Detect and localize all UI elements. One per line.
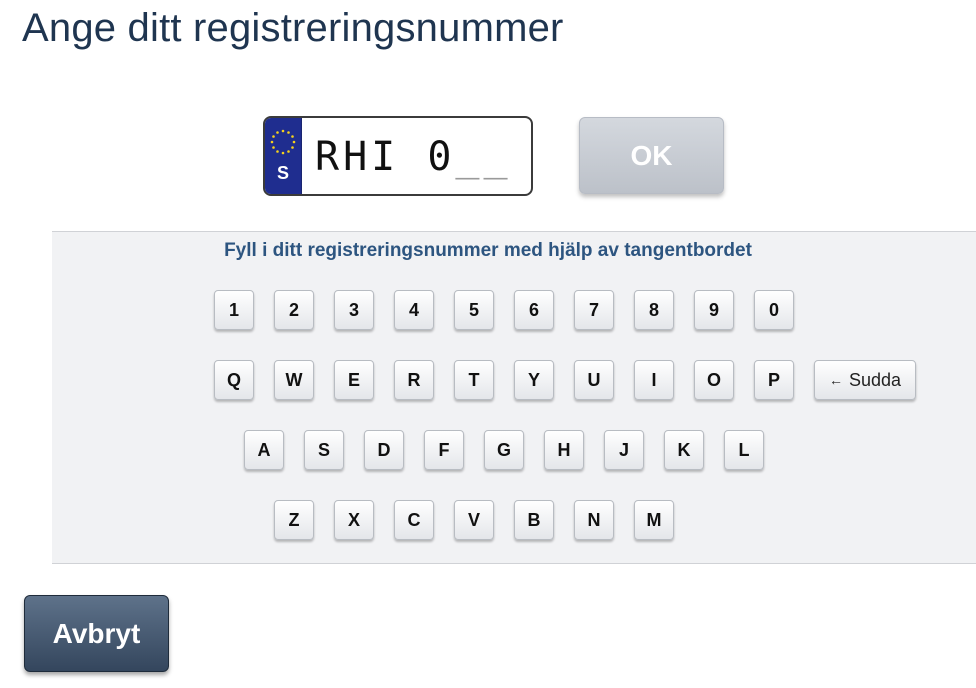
key-3[interactable]: 3 xyxy=(334,290,374,330)
plate-country-code: S xyxy=(276,163,289,183)
key-r[interactable]: R xyxy=(394,360,434,400)
key-0[interactable]: 0 xyxy=(754,290,794,330)
plate-eu-band: S xyxy=(265,118,302,194)
key-o[interactable]: O xyxy=(694,360,734,400)
key-t[interactable]: T xyxy=(454,360,494,400)
key-8[interactable]: 8 xyxy=(634,290,674,330)
key-m[interactable]: M xyxy=(634,500,674,540)
key-5[interactable]: 5 xyxy=(454,290,494,330)
keyboard-row-asdf: A S D F G H J K L xyxy=(244,430,764,470)
keyboard-row-zxcv: Z X C V B N M xyxy=(274,500,674,540)
left-arrow-icon: ← xyxy=(828,372,843,388)
key-e[interactable]: E xyxy=(334,360,374,400)
registration-plate-display: S RHI 0__ xyxy=(263,116,533,196)
key-d[interactable]: D xyxy=(364,430,404,470)
keyboard-row-digits: 1 2 3 4 5 6 7 8 9 0 xyxy=(214,290,794,330)
key-i[interactable]: I xyxy=(634,360,674,400)
key-y[interactable]: Y xyxy=(514,360,554,400)
plate-entered-text: RHI 0 xyxy=(315,134,456,180)
plate-text: RHI 0__ xyxy=(315,134,512,180)
keyboard-instruction: Fyll i ditt registreringsnummer med hjäl… xyxy=(224,240,752,261)
key-a[interactable]: A xyxy=(244,430,284,470)
key-u[interactable]: U xyxy=(574,360,614,400)
key-j[interactable]: J xyxy=(604,430,644,470)
keyboard-row-qwerty: Q W E R T Y U I O P ← Sudda xyxy=(214,360,916,400)
key-s[interactable]: S xyxy=(304,430,344,470)
key-g[interactable]: G xyxy=(484,430,524,470)
key-b[interactable]: B xyxy=(514,500,554,540)
page-title: Ange ditt registreringsnummer xyxy=(22,6,564,50)
key-7[interactable]: 7 xyxy=(574,290,614,330)
plate-placeholder: __ xyxy=(455,134,512,180)
key-x[interactable]: X xyxy=(334,500,374,540)
key-c[interactable]: C xyxy=(394,500,434,540)
ok-button[interactable]: OK xyxy=(579,117,724,194)
key-4[interactable]: 4 xyxy=(394,290,434,330)
backspace-key[interactable]: ← Sudda xyxy=(814,360,916,400)
eu-stars-icon xyxy=(270,129,296,155)
backspace-label: Sudda xyxy=(848,369,902,390)
key-z[interactable]: Z xyxy=(274,500,314,540)
key-6[interactable]: 6 xyxy=(514,290,554,330)
key-h[interactable]: H xyxy=(544,430,584,470)
key-w[interactable]: W xyxy=(274,360,314,400)
key-p[interactable]: P xyxy=(754,360,794,400)
key-1[interactable]: 1 xyxy=(214,290,254,330)
key-2[interactable]: 2 xyxy=(274,290,314,330)
key-9[interactable]: 9 xyxy=(694,290,734,330)
key-n[interactable]: N xyxy=(574,500,614,540)
key-q[interactable]: Q xyxy=(214,360,254,400)
key-k[interactable]: K xyxy=(664,430,704,470)
cancel-button[interactable]: Avbryt xyxy=(24,595,169,672)
key-v[interactable]: V xyxy=(454,500,494,540)
key-l[interactable]: L xyxy=(724,430,764,470)
key-f[interactable]: F xyxy=(424,430,464,470)
